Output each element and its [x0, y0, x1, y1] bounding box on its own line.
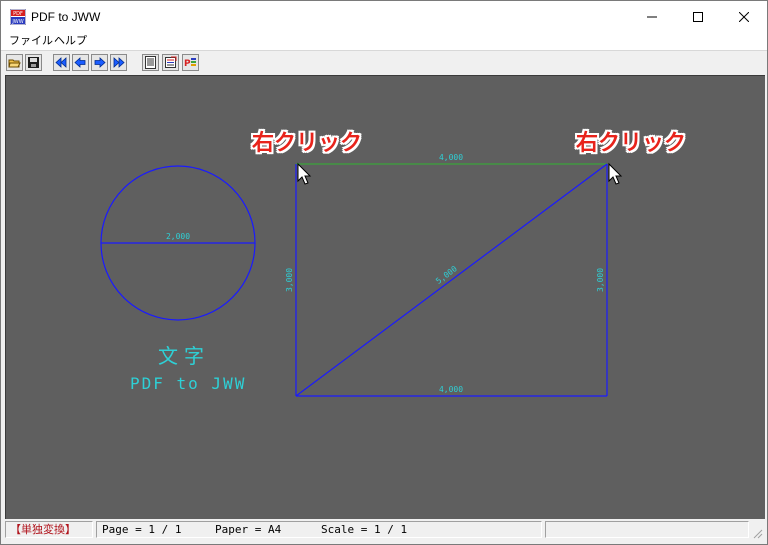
- status-scale: Scale = 1 / 1: [321, 523, 408, 536]
- circle-dimension-label: 2,000: [166, 232, 190, 241]
- text-pdf-to-jww-label: PDF to JWW: [130, 374, 247, 393]
- maximize-icon: [693, 11, 703, 22]
- next-page-icon: [94, 57, 106, 68]
- app-window: PDF JWW PDF to JWW ファイル ヘルプ P 2,000 4,00…: [0, 0, 768, 545]
- document-list-icon: [145, 56, 156, 69]
- menu-bar: ファイル ヘルプ: [1, 32, 767, 50]
- next-page-button[interactable]: [91, 54, 108, 71]
- cursor-left-icon: [297, 162, 312, 185]
- minimize-icon: [647, 16, 657, 17]
- previous-page-icon: [74, 57, 86, 68]
- open-folder-icon: [8, 59, 21, 68]
- window-title: PDF to JWW: [31, 10, 101, 24]
- close-icon: [739, 11, 749, 22]
- status-empty-cell: [545, 521, 749, 538]
- svg-text:PDF: PDF: [13, 11, 23, 17]
- pdf-export-button[interactable]: P: [182, 54, 199, 71]
- last-page-icon: [113, 57, 125, 68]
- status-page: Page = 1 / 1: [102, 523, 182, 536]
- cursor-right-icon: [608, 162, 623, 185]
- status-mode: 【単独変換】: [5, 521, 93, 538]
- diagonal-line: [295, 163, 608, 397]
- status-paper: Paper = A4: [215, 523, 282, 536]
- bottom-dimension-label: 4,000: [439, 385, 463, 394]
- document-list-button[interactable]: [142, 54, 159, 71]
- text-moji-label: 文字: [158, 344, 210, 368]
- last-page-button[interactable]: [110, 54, 127, 71]
- open-button[interactable]: [6, 54, 23, 71]
- right-dimension-label: 3,000: [596, 268, 605, 292]
- save-icon: [28, 57, 39, 68]
- right-click-callout-right: 右クリック: [576, 131, 687, 156]
- top-dimension-label: 4,000: [439, 153, 463, 162]
- first-page-button[interactable]: [53, 54, 70, 71]
- first-page-icon: [55, 57, 67, 68]
- save-button[interactable]: [25, 54, 42, 71]
- convert-settings-button[interactable]: [162, 54, 179, 71]
- minimize-button[interactable]: [629, 1, 675, 32]
- status-bar: 【単独変換】 Page = 1 / 1 Paper = A4 Scale = 1…: [1, 519, 767, 544]
- toolbar: P: [1, 50, 767, 75]
- close-button[interactable]: [721, 1, 767, 32]
- maximize-button[interactable]: [675, 1, 721, 32]
- diagonal-dimension-label: 5,000: [434, 264, 459, 286]
- convert-settings-icon: [165, 56, 177, 68]
- menu-file[interactable]: ファイル: [9, 34, 53, 48]
- resize-grip-icon[interactable]: [751, 527, 763, 539]
- pdf-to-jww-app-icon: PDF JWW: [10, 9, 26, 25]
- title-bar[interactable]: PDF JWW PDF to JWW: [1, 1, 767, 32]
- drawing-canvas[interactable]: 2,000 4,000 4,000 3,000 3,000 5,000 右クリッ…: [5, 75, 765, 519]
- right-click-callout-left: 右クリック: [252, 131, 363, 156]
- svg-text:JWW: JWW: [11, 19, 23, 25]
- pdf-export-icon: P: [184, 58, 196, 69]
- status-info: Page = 1 / 1 Paper = A4 Scale = 1 / 1: [96, 521, 542, 538]
- svg-text:P: P: [184, 59, 191, 69]
- left-dimension-label: 3,000: [285, 268, 294, 292]
- menu-help[interactable]: ヘルプ: [54, 34, 87, 48]
- previous-page-button[interactable]: [72, 54, 89, 71]
